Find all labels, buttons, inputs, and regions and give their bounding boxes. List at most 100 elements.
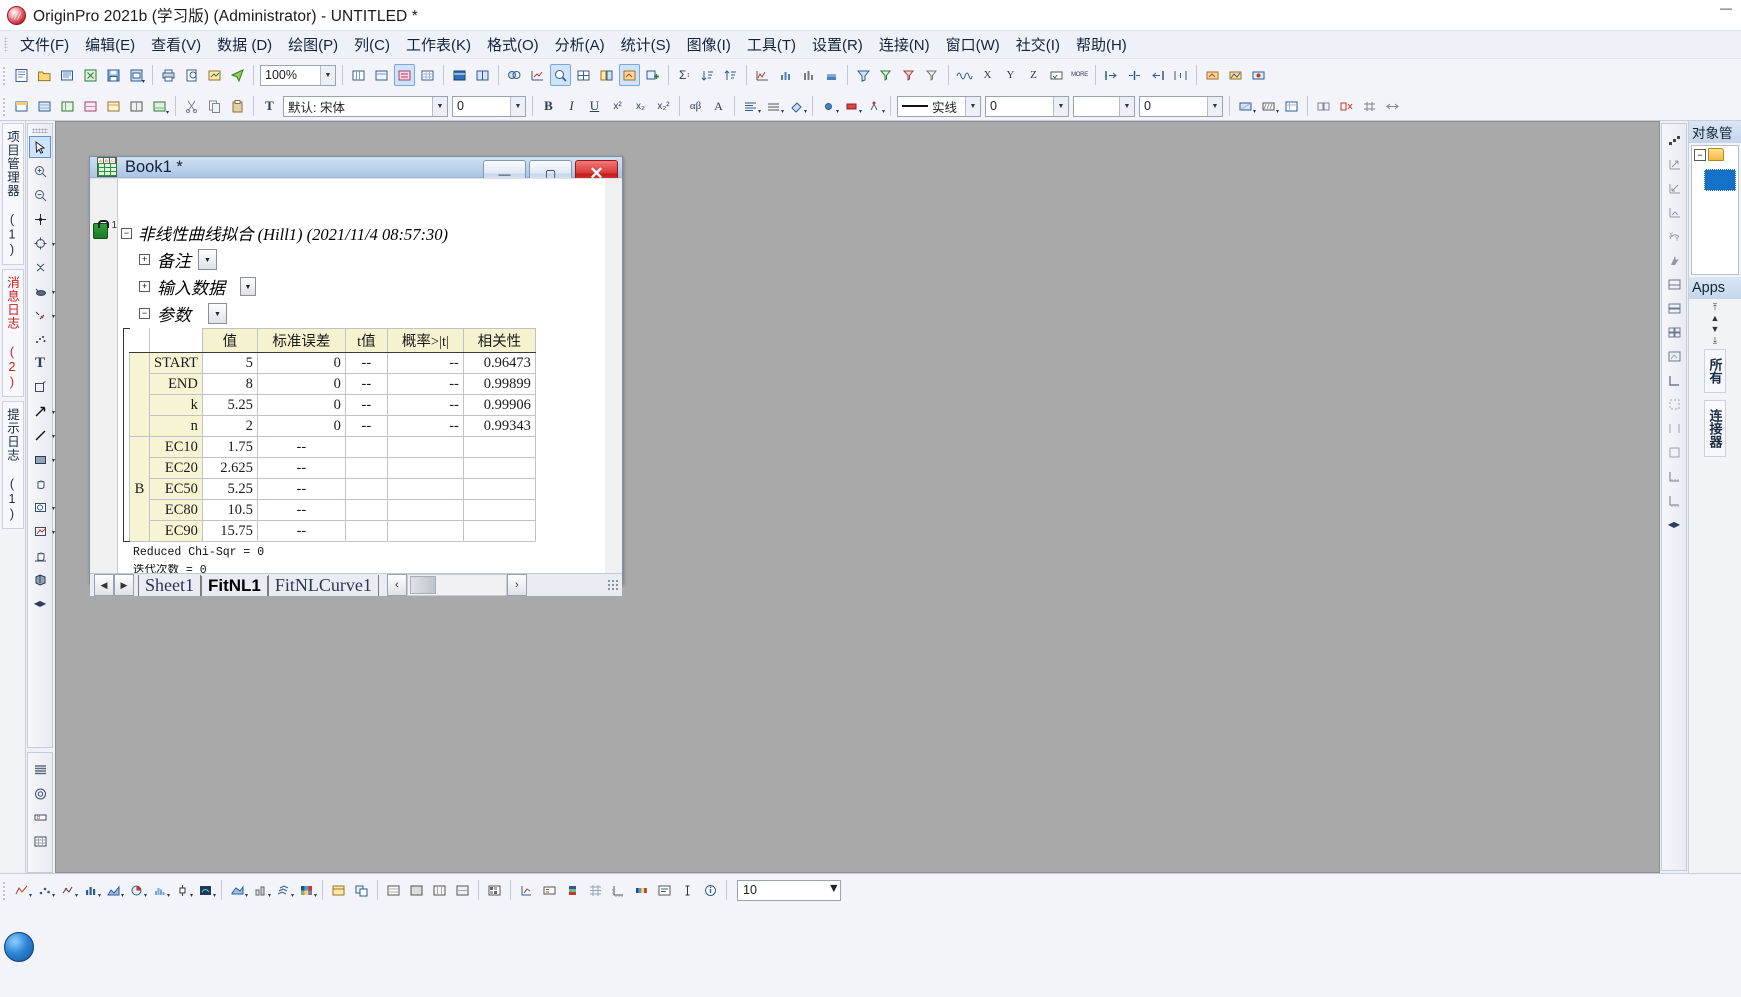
arrow-tool-icon[interactable]: ▾	[29, 400, 55, 422]
object-edit-1-icon[interactable]	[1202, 64, 1223, 86]
apps-tab-connector[interactable]: 连接器	[1704, 400, 1726, 457]
book1-title-bar[interactable]: ABC Book1 * — ▢ ✕	[90, 157, 622, 187]
fill-color-icon[interactable]: ▾	[786, 95, 807, 117]
line-style-chevron-down-icon[interactable]: ▼	[965, 96, 980, 116]
font-size-combo[interactable]: 0 ▼	[452, 95, 526, 117]
menu-item-plot[interactable]: 绘图(P)	[280, 32, 346, 57]
grid-style-2-icon[interactable]	[406, 879, 427, 901]
new-project-icon[interactable]	[11, 64, 32, 86]
open-project-icon[interactable]	[34, 64, 55, 86]
group-objects-icon[interactable]	[1313, 95, 1334, 117]
underline-button[interactable]: U	[584, 95, 605, 117]
worksheet-grid-icon[interactable]	[417, 64, 438, 86]
heatmap-icon[interactable]: ▾	[296, 879, 317, 901]
zoom-in-tool-icon[interactable]	[29, 160, 51, 182]
worksheet-style-5-icon[interactable]	[103, 95, 124, 117]
worksheet-style-3-icon[interactable]	[57, 95, 78, 117]
menu-item-column[interactable]: 列(C)	[346, 32, 398, 57]
column-plot-icon[interactable]	[775, 64, 796, 86]
resize-grip[interactable]	[607, 579, 619, 591]
axis-ticks-in-icon[interactable]	[1663, 465, 1685, 487]
sheet-tab-fitnlcurve1[interactable]: FitNLCurve1	[267, 574, 379, 596]
y-function-icon[interactable]: Y	[1000, 64, 1021, 86]
object-edit-2-icon[interactable]	[1225, 64, 1246, 86]
scatter-matrix-icon[interactable]	[1663, 129, 1685, 151]
line-plot-style-icon[interactable]: ▾	[11, 879, 32, 901]
axis-mixed-icon[interactable]	[1663, 201, 1685, 223]
zoom-region-icon[interactable]	[550, 64, 571, 86]
extract-graph-icon[interactable]	[619, 64, 640, 86]
object-edit-3-icon[interactable]	[1248, 64, 1269, 86]
apps-scroll-down-icon[interactable]: ▼	[1711, 324, 1720, 334]
spiral-icon[interactable]	[29, 782, 51, 804]
region-select-icon[interactable]	[29, 376, 51, 398]
table-row[interactable]: EC50 5.25 --	[130, 478, 536, 500]
col-header-tvalue[interactable]: t值	[344, 328, 388, 353]
menu-grip[interactable]	[4, 36, 8, 53]
sheet-tab-sheet1[interactable]: Sheet1	[138, 574, 201, 596]
tab-scroll-right-button[interactable]: ›	[506, 574, 527, 596]
menu-item-connect[interactable]: 连接(N)	[871, 32, 938, 57]
grid-style-3-icon[interactable]	[429, 879, 450, 901]
col-header-corr[interactable]: 相关性	[462, 328, 536, 353]
merge-graph-icon[interactable]	[596, 64, 617, 86]
plot-symbol-icon[interactable]: ▾	[818, 95, 839, 117]
table-row[interactable]: k 5.25 0 -- -- 0.99906	[130, 394, 536, 416]
graph-pan-icon[interactable]: ▾	[29, 520, 55, 542]
fill-width-combo[interactable]: 0 ▼	[1139, 95, 1223, 117]
bar-plot-icon[interactable]	[798, 64, 819, 86]
area-plot-style-icon[interactable]: ▾	[103, 879, 124, 901]
plot-pattern-icon[interactable]: ▾	[864, 95, 885, 117]
gradient-fill-icon[interactable]: ▾	[1235, 95, 1256, 117]
rotate-3d-icon[interactable]	[29, 568, 51, 590]
filter-icon[interactable]	[853, 64, 874, 86]
table-row[interactable]: B EC10 1.75 --	[129, 436, 536, 542]
axis-tick-label-icon[interactable]	[608, 879, 629, 901]
menu-item-data[interactable]: 数据 (D)	[209, 32, 280, 57]
menu-item-tools[interactable]: 工具(T)	[739, 32, 804, 57]
copy-icon[interactable]	[204, 95, 225, 117]
save-project-icon[interactable]	[103, 64, 124, 86]
add-new-columns-icon[interactable]	[348, 64, 369, 86]
grid-lines-icon[interactable]	[585, 879, 606, 901]
add-new-sheet-icon[interactable]	[371, 64, 392, 86]
swap-xy-icon[interactable]: XY	[1663, 225, 1685, 247]
object-manager-tree[interactable]: −	[1691, 145, 1739, 275]
menu-item-window[interactable]: 窗口(W)	[938, 32, 1008, 57]
menu-item-image[interactable]: 图像(I)	[679, 32, 739, 57]
tab-scroll-track[interactable]	[406, 574, 507, 596]
table-row[interactable]: START 5 0 -- -- 0.96473	[129, 352, 536, 437]
waterfall-icon[interactable]: ▾	[273, 879, 294, 901]
sigma-icon[interactable]: Σ ↕	[674, 64, 695, 86]
grid-style-1-icon[interactable]	[383, 879, 404, 901]
speed-mode-icon[interactable]	[1663, 249, 1685, 271]
text-tool-palette-icon[interactable]: T	[29, 352, 51, 374]
menu-item-edit[interactable]: 编辑(E)	[77, 32, 143, 57]
bar-3d-icon[interactable]: ▾	[250, 879, 271, 901]
more-tools-button[interactable]: MORE	[1069, 64, 1090, 86]
object-manager-selected-item[interactable]	[1704, 169, 1736, 191]
layer-merge-icon[interactable]	[1663, 345, 1685, 367]
set-column-values-icon[interactable]	[394, 64, 415, 86]
tab-horizontal-scrollbar[interactable]: ‹ ›	[386, 574, 527, 596]
pie-plot-style-icon[interactable]: ▾	[126, 879, 147, 901]
rectangle-tool-icon[interactable]: ▾	[29, 448, 55, 470]
open-excel-icon[interactable]	[80, 64, 101, 86]
apps-scroll-up-icon[interactable]: ▲	[1711, 313, 1720, 323]
object-manager-root-row[interactable]: −	[1692, 146, 1738, 163]
worksheet-style-6-icon[interactable]	[126, 95, 147, 117]
print-icon[interactable]	[158, 64, 179, 86]
plot-details-icon[interactable]	[654, 879, 675, 901]
layout-grid-icon[interactable]	[573, 64, 594, 86]
apps-tab-all[interactable]: 所有	[1704, 349, 1726, 393]
report-collapse-toggle[interactable]: −	[121, 227, 132, 239]
scatter-dots-icon[interactable]	[29, 328, 51, 350]
stack-plot-icon[interactable]	[821, 64, 842, 86]
filter-clear-icon[interactable]	[922, 64, 943, 86]
regional-mask-tool-icon[interactable]: ▾	[29, 280, 55, 302]
fill-pattern-chevron-down-icon[interactable]: ▼	[1119, 96, 1134, 116]
font-family-chevron-down-icon[interactable]: ▼	[432, 96, 447, 116]
axis-ticks-out-icon[interactable]	[1663, 489, 1685, 511]
waveform-icon[interactable]	[954, 64, 975, 86]
error-bar-icon[interactable]	[677, 879, 698, 901]
